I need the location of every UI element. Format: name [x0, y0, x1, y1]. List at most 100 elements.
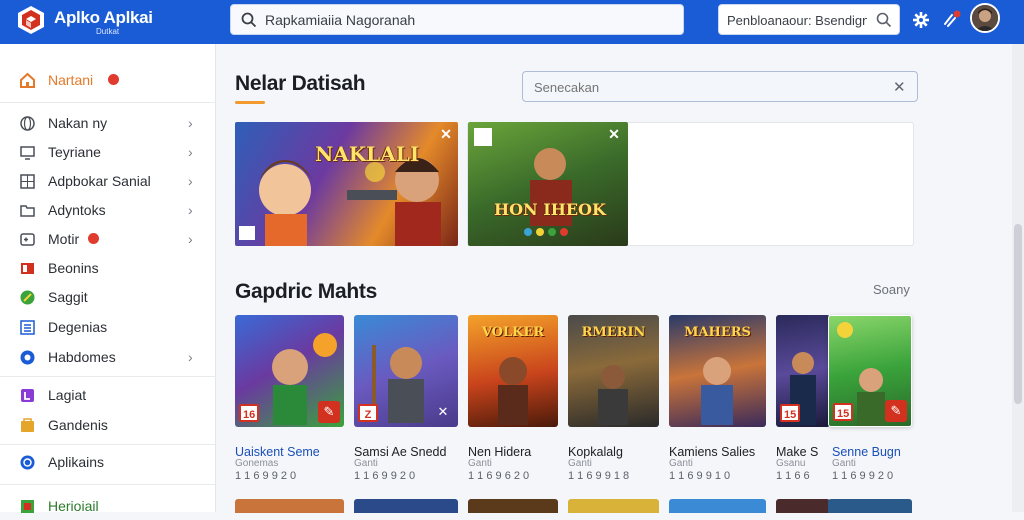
top-bar: Aplko Aplkai Dutkat [0, 0, 1024, 44]
scrollbar[interactable] [1012, 44, 1024, 512]
sidebar-item-label: Habdomes [48, 349, 116, 365]
game-card[interactable] [235, 499, 344, 513]
game-name[interactable]: Uaiskent Seme [235, 445, 320, 459]
game-card[interactable] [828, 499, 912, 513]
grid-icon [19, 173, 36, 190]
secondary-search-input[interactable] [727, 9, 867, 31]
sidebar-item-label: Nartani [48, 72, 94, 88]
app-brand: Aplko Aplkai [54, 8, 153, 27]
banner-art-image [474, 128, 572, 236]
chevron-right-icon: › [188, 173, 193, 189]
game-card[interactable]: 16 ✎ [235, 315, 344, 427]
game-name[interactable]: Kopkalalg [568, 445, 623, 459]
secondary-search-bar[interactable] [718, 4, 900, 35]
sidebar-item-label: Adpbokar Sanial [48, 173, 151, 189]
game-size: 1 1 6 9 9 1 0 [669, 470, 731, 482]
game-size: 1 1 6 9 9 2 0 [235, 470, 297, 482]
notifications-icon[interactable] [940, 9, 962, 31]
sidebar-item-adyntoks[interactable]: Adyntoks › [0, 196, 216, 224]
game-card[interactable]: Z ✕ [354, 315, 458, 427]
game-size: 1 1 6 9 9 2 0 [832, 470, 894, 482]
chevron-right-icon: › [188, 144, 193, 160]
chevron-right-icon: › [188, 349, 193, 365]
game-category: Ganti [832, 458, 856, 469]
swords-icon[interactable]: ✕ [432, 401, 454, 423]
game-card[interactable]: 15 ✎ [828, 315, 912, 427]
sidebar-item-label: Teyriane [48, 144, 101, 160]
game-art-title: RMERIN [581, 325, 646, 340]
sidebar-item-adpbokar-sanial[interactable]: Adpbokar Sanial › [0, 167, 216, 195]
game-category: Ganti [568, 458, 592, 469]
game-card[interactable] [776, 499, 830, 513]
clear-icon[interactable]: ✕ [893, 78, 906, 96]
game-size: 1 1 6 9 6 2 0 [468, 470, 530, 482]
app-brand-subtitle: Dutkat [96, 27, 120, 36]
banner-art-image [239, 158, 441, 246]
app-logo-icon[interactable] [16, 5, 46, 35]
chevron-right-icon: › [188, 202, 193, 218]
search-input[interactable] [265, 9, 665, 31]
pin-icon[interactable]: ✎ [318, 401, 340, 423]
banner-title: NAKLALI [315, 142, 420, 166]
game-name[interactable]: Samsi Ae Snedd [354, 445, 446, 459]
sidebar-item-degenias[interactable]: Degenias [0, 313, 216, 341]
see-more-link[interactable]: Soany [873, 282, 910, 297]
controller-icon [19, 231, 36, 248]
game-category: Ganti [669, 458, 693, 469]
banner-title: HON IHEOK [494, 200, 606, 219]
list-icon [19, 319, 36, 336]
sidebar-item-label: Nakan ny [48, 115, 108, 131]
sidebar-item-saggit[interactable]: Saggit [0, 283, 216, 311]
game-name[interactable]: Kamiens Salies [669, 445, 755, 459]
game-card[interactable]: MAHERS [669, 315, 766, 427]
game-name[interactable]: Senne Bugn [832, 445, 901, 459]
game-card[interactable] [354, 499, 458, 513]
settings-gear-icon[interactable] [910, 9, 932, 31]
main-content: Nelar Datisah ✕ NAKLALI ✕ HON IHEOK [217, 44, 1012, 513]
game-category: Ganti [354, 458, 378, 469]
title-underline [235, 101, 265, 104]
sidebar-item-teyriane[interactable]: Teyriane › [0, 138, 216, 166]
featured-banner[interactable]: NAKLALI ✕ [235, 122, 458, 246]
sidebar-item-motir[interactable]: Motir › [0, 225, 216, 253]
age-rating-badge: 16 [239, 404, 260, 422]
user-avatar[interactable] [970, 3, 1000, 33]
game-name[interactable]: Make S [776, 445, 818, 459]
game-name[interactable]: Nen Hidera [468, 445, 531, 459]
search-bar[interactable] [230, 4, 684, 35]
sidebar-item-herioiail[interactable]: Herioiail [0, 492, 216, 520]
filter-field[interactable]: ✕ [522, 71, 918, 102]
tag-icon [19, 387, 36, 404]
apps-icon [19, 454, 36, 471]
sidebar-item-habdomes[interactable]: Habdomes › [0, 343, 216, 371]
sidebar-item-lagiat[interactable]: Lagiat [0, 381, 216, 409]
sidebar-item-home[interactable]: Nartani [0, 66, 216, 94]
leaf-icon [19, 289, 36, 306]
scrollbar-thumb[interactable] [1014, 224, 1022, 404]
game-card[interactable] [568, 499, 659, 513]
game-size: 1 1 6 9 9 2 0 [354, 470, 416, 482]
game-category: Gonemas [235, 458, 279, 469]
game-card[interactable]: RMERIN [568, 315, 659, 427]
featured-banner[interactable]: HON IHEOK ✕ [468, 122, 628, 246]
search-icon[interactable] [876, 12, 892, 33]
game-card[interactable] [669, 499, 766, 513]
pin-icon[interactable]: ✎ [885, 400, 907, 422]
sidebar: Nartani Nakan ny › Teyriane › Adpbokar S… [0, 44, 216, 514]
chevron-right-icon: › [188, 231, 193, 247]
monitor-icon [19, 144, 36, 161]
sidebar-item-label: Beonins [48, 260, 99, 276]
close-icon[interactable]: ✕ [606, 126, 622, 142]
close-icon[interactable]: ✕ [438, 126, 454, 142]
sidebar-divider [0, 444, 216, 445]
sidebar-item-nakanny[interactable]: Nakan ny › [0, 109, 216, 137]
game-card[interactable]: VOLKER [468, 315, 558, 427]
sidebar-item-label: Gandenis [48, 417, 108, 433]
sidebar-item-aplikains[interactable]: Aplikains [0, 448, 216, 476]
filter-input[interactable] [534, 76, 874, 98]
sidebar-item-gandenis[interactable]: Gandenis [0, 411, 216, 439]
game-card[interactable]: 15 [776, 315, 830, 427]
game-card[interactable] [468, 499, 558, 513]
sidebar-item-beonins[interactable]: Beonins [0, 254, 216, 282]
game-category: Ganti [468, 458, 492, 469]
